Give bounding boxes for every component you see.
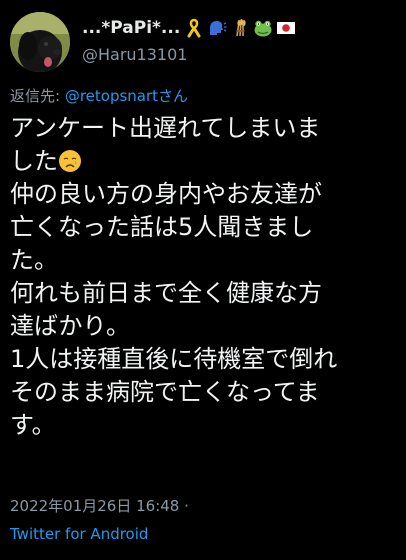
japan-flag-icon	[276, 18, 296, 38]
tweet-text-line: アンケート出遅れてしまいま	[10, 114, 321, 142]
tweet-text-line: した	[10, 147, 58, 175]
tweet-text-line: 仲の良い方の身内やお友達が	[10, 180, 322, 208]
name-emojis	[184, 16, 299, 40]
user-handle[interactable]: @Haru13101	[82, 44, 392, 66]
avatar[interactable]	[10, 12, 70, 72]
tweet-text-line: 何れも前日まで全く健康な方	[10, 279, 322, 307]
tweet-text-line: た。	[10, 246, 58, 274]
tweet-card[interactable]: ...*PaPi*... @Haru13101 返信先: @retopsnart…	[0, 0, 406, 560]
tweet-header: ...*PaPi*... @Haru13101	[10, 10, 400, 74]
yellow-ribbon-icon	[184, 18, 204, 38]
display-name-row[interactable]: ...*PaPi*...	[82, 16, 392, 40]
tweet-text-line: そのまま病院で亡くなってま	[10, 378, 320, 406]
tweet-text-line: 亡くなった話は5人聞きまし	[10, 213, 314, 241]
user-names: ...*PaPi*... @Haru13101	[82, 16, 392, 66]
tweet-text-line-with-emoji: した	[10, 145, 402, 178]
frog-face-icon	[253, 18, 273, 38]
reply-prefix: 返信先:	[10, 87, 65, 105]
tweet-client-link[interactable]: Twitter for Android	[10, 523, 148, 545]
reply-suffix[interactable]: さん	[158, 87, 188, 105]
speaking-head-icon	[207, 18, 227, 38]
reply-to-line: 返信先: @retopsnartさん	[10, 85, 188, 107]
reply-mention-link[interactable]: @retopsnart	[65, 87, 158, 105]
display-name[interactable]: ...*PaPi*...	[82, 18, 180, 38]
sad-but-relieved-face-icon	[58, 149, 82, 173]
dog-photo-icon	[10, 12, 70, 72]
tweet-timestamp[interactable]: 2022年01月26日 16:48 ·	[10, 495, 189, 517]
tweet-text-line: す。	[10, 411, 56, 439]
tweet-text-line: 1人は接種直後に待機室で倒れ	[10, 345, 338, 373]
sheaf-of-rice-icon	[230, 18, 250, 38]
tweet-text-line: 達ばかり。	[10, 312, 130, 340]
tweet-text: アンケート出遅れてしまいま した 仲の良い方の身内やお友達が 亡くなった話は5人…	[10, 112, 402, 442]
